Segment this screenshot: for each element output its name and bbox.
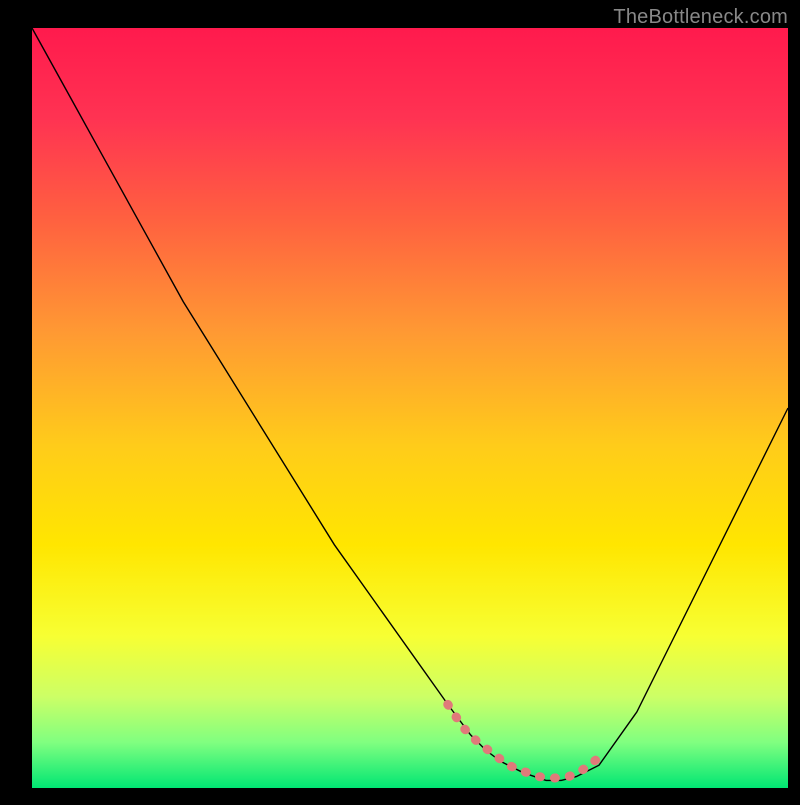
watermark-label: TheBottleneck.com: [613, 6, 788, 29]
chart-container: [0, 0, 800, 800]
bottleneck-chart: [0, 0, 800, 800]
chart-gradient-bg: [32, 28, 788, 788]
